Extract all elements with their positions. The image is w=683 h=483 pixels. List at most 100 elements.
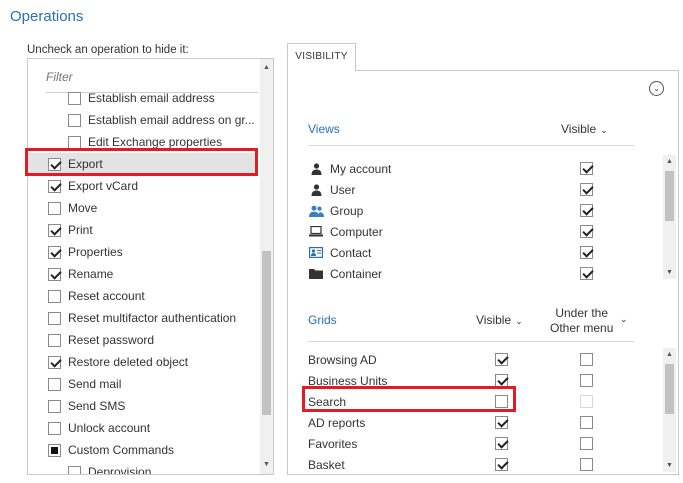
checkbox[interactable] bbox=[48, 311, 61, 325]
checkbox[interactable] bbox=[48, 355, 61, 369]
grid-other-menu-checkbox[interactable] bbox=[580, 458, 593, 471]
view-visible-checkbox[interactable] bbox=[580, 246, 593, 259]
checkbox[interactable] bbox=[48, 399, 61, 413]
checkbox[interactable] bbox=[48, 223, 61, 237]
list-item[interactable]: Reset account bbox=[48, 285, 258, 307]
list-item[interactable]: Deprovision bbox=[68, 461, 273, 475]
view-visible-checkbox[interactable] bbox=[580, 204, 593, 217]
scroll-down-icon[interactable]: ▼ bbox=[663, 266, 676, 279]
grid-row: Basket bbox=[308, 454, 345, 475]
checkbox[interactable] bbox=[48, 333, 61, 347]
scroll-up-icon[interactable]: ▲ bbox=[663, 348, 676, 361]
list-item[interactable]: Properties bbox=[48, 241, 258, 263]
grid-other-menu-checkbox[interactable] bbox=[580, 374, 593, 387]
scroll-thumb[interactable] bbox=[665, 171, 674, 221]
view-label: User bbox=[330, 182, 356, 197]
list-item-label: Export bbox=[68, 157, 103, 171]
grid-row: AD reports bbox=[308, 412, 365, 433]
checkbox[interactable] bbox=[48, 201, 61, 215]
view-visible-checkbox[interactable] bbox=[580, 183, 593, 196]
views-title: Views bbox=[308, 122, 340, 136]
checkbox[interactable] bbox=[48, 377, 61, 391]
view-visible-checkbox[interactable] bbox=[580, 267, 593, 280]
checkbox[interactable] bbox=[48, 179, 61, 193]
group-icon bbox=[308, 204, 324, 218]
grid-visible-checkbox[interactable] bbox=[495, 437, 508, 450]
view-visible-checkbox[interactable] bbox=[580, 162, 593, 175]
chevron-down-icon: ⌄ bbox=[600, 125, 608, 135]
grid-label: Business Units bbox=[308, 373, 388, 388]
grids-other-menu-header[interactable]: Under the Other menu bbox=[550, 306, 613, 336]
list-item[interactable]: Establish email address bbox=[68, 87, 273, 109]
list-item[interactable]: Unlock account bbox=[48, 417, 258, 439]
grid-other-menu-checkbox[interactable] bbox=[580, 353, 593, 366]
list-item-label: Send mail bbox=[68, 377, 122, 391]
list-item[interactable]: Establish email address on gr... bbox=[68, 109, 273, 131]
grid-visible-checkbox[interactable] bbox=[495, 395, 508, 408]
checkbox[interactable] bbox=[68, 135, 81, 149]
view-label: Computer bbox=[330, 224, 383, 239]
checkbox[interactable] bbox=[68, 113, 81, 127]
scroll-down-icon[interactable]: ▼ bbox=[260, 458, 273, 471]
checkbox[interactable] bbox=[48, 267, 61, 281]
filter-input[interactable] bbox=[46, 70, 246, 84]
grids-separator bbox=[308, 341, 634, 342]
scroll-thumb[interactable] bbox=[665, 364, 674, 414]
checkbox[interactable] bbox=[48, 245, 61, 259]
list-item[interactable]: Reset password bbox=[48, 329, 258, 351]
list-item[interactable]: Reset multifactor authentication bbox=[48, 307, 258, 329]
list-item[interactable]: Send mail bbox=[48, 373, 258, 395]
operations-scrollbar[interactable]: ▲ ▼ bbox=[260, 59, 273, 474]
chevron-down-icon: ⌄ bbox=[515, 316, 523, 326]
grid-visible-checkbox[interactable] bbox=[495, 416, 508, 429]
collapse-icon[interactable]: ⌄ bbox=[649, 81, 664, 96]
other-menu-line2: Other menu bbox=[550, 321, 614, 335]
list-item[interactable]: Export vCard bbox=[48, 175, 258, 197]
grid-other-menu-checkbox[interactable] bbox=[580, 437, 593, 450]
list-item[interactable]: Restore deleted object bbox=[48, 351, 258, 373]
view-row: Group bbox=[308, 200, 363, 221]
list-item-label: Establish email address bbox=[88, 91, 215, 105]
scroll-thumb[interactable] bbox=[262, 251, 271, 415]
view-label: My account bbox=[330, 161, 392, 176]
list-item-label: Move bbox=[68, 201, 98, 215]
contact-card-icon bbox=[308, 246, 324, 260]
view-label: Contact bbox=[330, 245, 372, 260]
grid-visible-checkbox[interactable] bbox=[495, 353, 508, 366]
checkbox[interactable] bbox=[48, 443, 61, 457]
checkbox[interactable] bbox=[48, 421, 61, 435]
scroll-up-icon[interactable]: ▲ bbox=[260, 61, 273, 74]
list-item-label: Send SMS bbox=[68, 399, 126, 413]
checkbox[interactable] bbox=[48, 157, 61, 171]
checkbox[interactable] bbox=[48, 289, 61, 303]
computer-icon bbox=[308, 225, 324, 239]
grid-visible-checkbox[interactable] bbox=[495, 374, 508, 387]
checkbox[interactable] bbox=[68, 465, 81, 474]
chevron-down-icon[interactable]: ⌄ bbox=[620, 314, 628, 325]
list-item-label: Properties bbox=[68, 245, 123, 259]
list-item-label: Export vCard bbox=[68, 179, 139, 193]
list-item-selected[interactable]: Export bbox=[28, 153, 258, 175]
grid-visible-checkbox[interactable] bbox=[495, 458, 508, 471]
list-item-label: Deprovision bbox=[88, 465, 152, 475]
views-separator bbox=[308, 145, 634, 146]
list-item-label: Unlock account bbox=[68, 421, 151, 435]
list-item[interactable]: Move bbox=[48, 197, 258, 219]
list-item[interactable]: Rename bbox=[48, 263, 258, 285]
views-visible-header[interactable]: Visible ⌄ bbox=[561, 122, 608, 136]
list-item[interactable]: Edit Exchange properties bbox=[68, 131, 273, 153]
list-item[interactable]: Print bbox=[48, 219, 258, 241]
user-icon bbox=[308, 183, 324, 197]
scroll-down-icon[interactable]: ▼ bbox=[663, 459, 676, 472]
view-row: User bbox=[308, 179, 355, 200]
grids-visible-header[interactable]: Visible ⌄ bbox=[476, 313, 523, 327]
list-item[interactable]: Custom Commands bbox=[48, 439, 258, 461]
tab-visibility[interactable]: VISIBILITY bbox=[287, 43, 356, 71]
list-item[interactable]: Send SMS bbox=[48, 395, 258, 417]
scroll-up-icon[interactable]: ▲ bbox=[663, 155, 676, 168]
grids-scrollbar[interactable]: ▲ ▼ bbox=[663, 348, 676, 472]
checkbox[interactable] bbox=[68, 91, 81, 105]
view-visible-checkbox[interactable] bbox=[580, 225, 593, 238]
views-scrollbar[interactable]: ▲ ▼ bbox=[663, 155, 676, 279]
grid-other-menu-checkbox[interactable] bbox=[580, 416, 593, 429]
